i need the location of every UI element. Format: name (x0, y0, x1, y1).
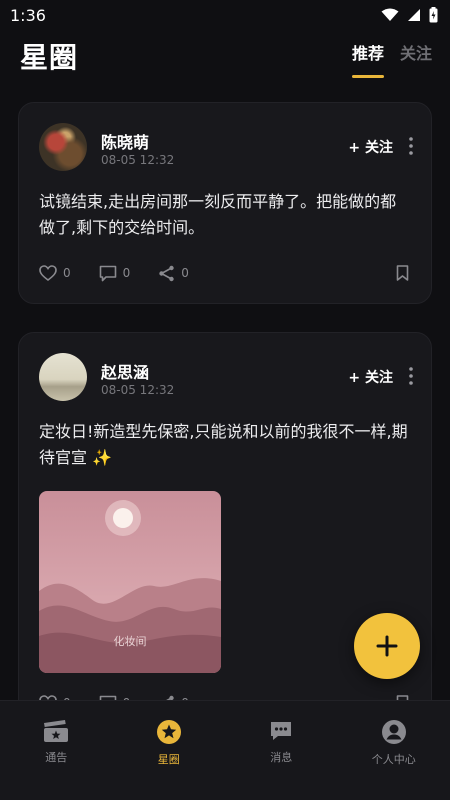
heart-icon (39, 265, 57, 281)
nav-label-announcements: 通告 (45, 751, 68, 764)
nav-item-messages[interactable]: 消息 (225, 701, 338, 800)
follow-button[interactable]: + 关注 (348, 137, 393, 157)
user-circle-icon (381, 720, 406, 744)
plus-icon (376, 635, 398, 657)
post-actions: 0 0 0 (39, 263, 409, 283)
share-button[interactable]: 0 (158, 265, 189, 282)
comment-button[interactable]: 0 (99, 265, 131, 282)
signal-icon (408, 9, 420, 21)
post-timestamp: 08-05 12:32 (101, 153, 175, 167)
tab-recommended-label: 推荐 (351, 44, 384, 63)
chat-bubble-icon (271, 722, 292, 740)
post-card[interactable]: 赵思涵 08-05 12:32 + 关注 定妆日!新造型先保密,只能说和以前的我… (18, 332, 432, 752)
like-count: 0 (63, 266, 71, 280)
follow-button[interactable]: + 关注 (348, 367, 393, 387)
avatar[interactable] (39, 123, 87, 171)
tab-recommended[interactable]: 推荐 (351, 40, 384, 78)
nav-item-profile[interactable]: 个人中心 (338, 701, 450, 800)
header: 星圈 推荐 关注 (0, 30, 450, 84)
comment-count: 0 (122, 266, 131, 280)
nav-label-star-circle: 星圈 (157, 753, 180, 766)
post-card[interactable]: 陈晓萌 08-05 12:32 + 关注 试镜结束,走出房间那一刻反而平静了。把… (18, 102, 432, 304)
post-timestamp: 08-05 12:32 (101, 383, 175, 397)
avatar[interactable] (39, 353, 87, 401)
wifi-icon (381, 8, 399, 21)
feed-tabs: 推荐 关注 (351, 40, 432, 78)
nav-label-profile: 个人中心 (371, 753, 416, 766)
share-count: 0 (181, 266, 189, 280)
post-content: 定妆日!新造型先保密,只能说和以前的我很不一样,期待官宣 ✨ (39, 422, 408, 467)
status-icons (381, 7, 438, 23)
comment-icon (99, 265, 116, 281)
post-content: 试镜结束,走出房间那一刻反而平静了。把能做的都做了,剩下的交给时间。 (39, 192, 397, 237)
more-vertical-icon[interactable] (409, 367, 413, 385)
tab-active-indicator (351, 75, 384, 78)
bottom-nav: 通告 星圈 消息 个人中心 (0, 700, 450, 800)
bookmark-icon[interactable] (396, 265, 409, 281)
share-icon (159, 265, 174, 281)
nav-item-star-circle[interactable]: 星圈 (113, 701, 226, 800)
nav-label-messages: 消息 (270, 751, 293, 764)
post-author-name[interactable]: 赵思涵 (101, 359, 149, 383)
status-bar: 1:36 (0, 0, 450, 30)
star-circle-icon (156, 720, 181, 744)
post-author-name[interactable]: 陈晓萌 (101, 129, 149, 153)
clapperboard-icon (44, 720, 69, 742)
nav-item-announcements[interactable]: 通告 (0, 701, 113, 800)
tab-following[interactable]: 关注 (400, 40, 432, 74)
image-caption: 化妆间 (113, 635, 147, 648)
tab-following-label: 关注 (399, 44, 432, 63)
page-title: 星圈 (20, 41, 79, 74)
battery-icon (429, 7, 438, 23)
create-post-button[interactable] (354, 613, 420, 679)
like-button[interactable]: 0 (39, 265, 71, 281)
post-image[interactable]: 化妆间 (39, 491, 221, 673)
status-time: 1:36 (10, 5, 46, 25)
more-vertical-icon[interactable] (409, 137, 413, 155)
